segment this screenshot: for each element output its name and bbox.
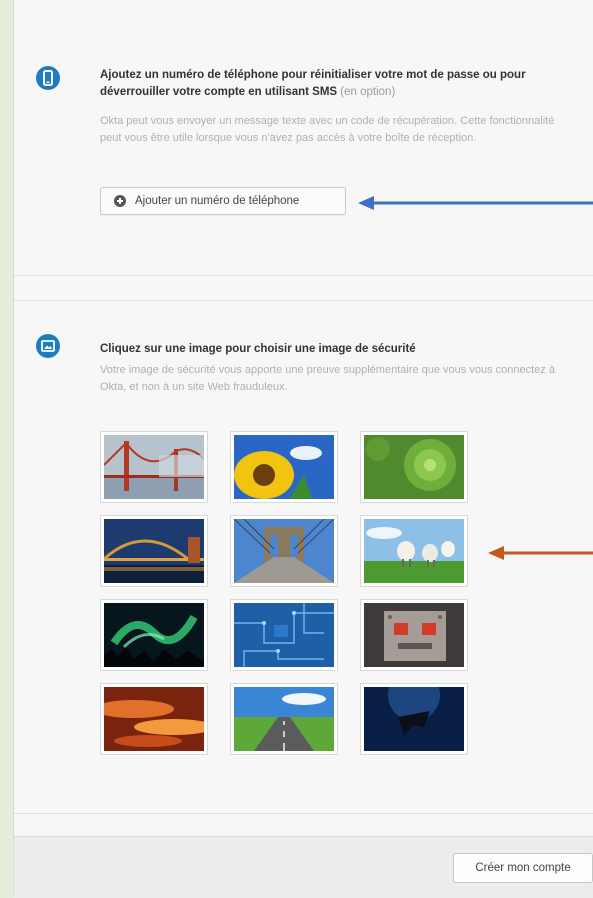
image-harbour-bridge-night[interactable] — [100, 515, 208, 587]
image-sunflower[interactable] — [230, 431, 338, 503]
security-image-title: Cliquez sur une image pour choisir une i… — [100, 343, 416, 355]
image-aurora-borealis[interactable] — [100, 599, 208, 671]
phone-section: Ajoutez un numéro de téléphone pour réin… — [14, 0, 593, 276]
image-lambs-in-field[interactable] — [360, 515, 468, 587]
phone-icon — [36, 66, 60, 90]
image-brooklyn-bridge[interactable] — [230, 515, 338, 587]
image-open-road[interactable] — [230, 683, 338, 755]
image-circuit-board[interactable] — [230, 599, 338, 671]
image-icon — [36, 334, 60, 358]
security-image-description: Votre image de sécurité vous apporte une… — [100, 364, 555, 393]
image-green-succulent[interactable] — [360, 431, 468, 503]
phone-section-description: Okta peut vous envoyer un message texte … — [100, 115, 555, 144]
enrollment-panel: Ajoutez un numéro de téléphone pour réin… — [13, 0, 593, 898]
phone-section-title: Ajoutez un numéro de téléphone pour réin… — [100, 67, 560, 101]
create-account-button[interactable]: Créer mon compte — [453, 853, 593, 883]
add-phone-button-label: Ajouter un numéro de téléphone — [135, 195, 300, 207]
image-golden-gate-bridge[interactable] — [100, 431, 208, 503]
add-phone-button[interactable]: Ajouter un numéro de téléphone — [100, 187, 346, 215]
image-manta-ray[interactable] — [360, 683, 468, 755]
orange-annotation-arrow — [488, 546, 593, 560]
image-robot-toy[interactable] — [360, 599, 468, 671]
blue-annotation-arrow — [358, 196, 593, 210]
phone-title-text: Ajoutez un numéro de téléphone pour réin… — [100, 69, 526, 98]
image-sunset-clouds[interactable] — [100, 683, 208, 755]
plus-circle-icon — [114, 195, 126, 207]
footer-bar: Créer mon compte — [14, 836, 593, 898]
optional-label: (en option) — [340, 86, 396, 98]
